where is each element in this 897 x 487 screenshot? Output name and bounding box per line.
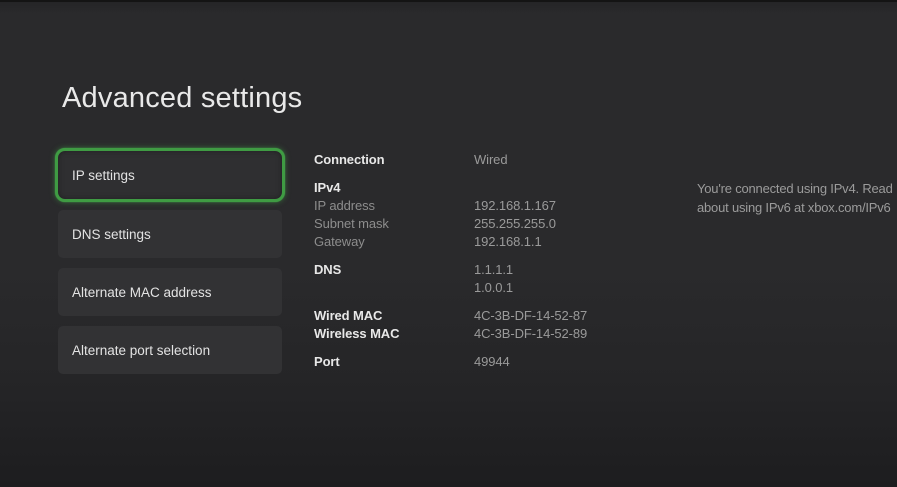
detail-value: 1.1.1.1: [474, 262, 514, 277]
detail-row-ipv4: IPv4: [314, 179, 644, 197]
sidebar-item-label: Alternate port selection: [72, 342, 211, 358]
detail-row-wired-mac: Wired MAC 4C-3B-DF-14-52-87: [314, 307, 644, 325]
detail-row-gateway: Gateway 192.168.1.1: [314, 233, 644, 251]
detail-label: DNS: [314, 262, 342, 277]
detail-value: 1.0.0.1: [474, 280, 514, 295]
sidebar-item-alternate-port-selection[interactable]: Alternate port selection: [58, 326, 282, 374]
detail-row-ip-address: IP address 192.168.1.167: [314, 197, 644, 215]
detail-label: Wireless MAC: [314, 326, 400, 341]
advanced-settings-screen: Advanced settings IP settings DNS settin…: [0, 0, 897, 487]
sidebar-item-label: IP settings: [72, 167, 135, 183]
detail-value: 4C-3B-DF-14-52-89: [474, 326, 588, 341]
detail-label: Wired MAC: [314, 308, 383, 323]
sidebar-item-ip-settings[interactable]: IP settings: [55, 148, 285, 202]
detail-row-port: Port 49944: [314, 353, 644, 371]
detail-row-subnet-mask: Subnet mask 255.255.255.0: [314, 215, 644, 233]
sidebar-item-alternate-mac-address[interactable]: Alternate MAC address: [58, 268, 282, 316]
detail-label: [314, 279, 474, 297]
detail-value: 49944: [474, 354, 510, 369]
ipv6-notice: You're connected using IPv4. Read about …: [697, 179, 893, 217]
detail-value: 4C-3B-DF-14-52-87: [474, 308, 588, 323]
detail-label: Subnet mask: [314, 216, 389, 231]
detail-label: IP address: [314, 198, 375, 213]
detail-row-dns: DNS 1.1.1.1: [314, 261, 644, 279]
detail-value: 255.255.255.0: [474, 216, 556, 231]
detail-value: 192.168.1.167: [474, 198, 556, 213]
detail-row-wireless-mac: Wireless MAC 4C-3B-DF-14-52-89: [314, 325, 644, 343]
settings-menu: IP settings DNS settings Alternate MAC a…: [55, 148, 285, 374]
sidebar-item-label: Alternate MAC address: [72, 284, 212, 300]
ipv6-notice-line1: You're connected using IPv4. Read: [697, 181, 893, 196]
detail-value: Wired: [474, 152, 508, 167]
ipv6-notice-line2: about using IPv6 at xbox.com/IPv6: [697, 200, 891, 215]
detail-label: Gateway: [314, 234, 365, 249]
sidebar-item-dns-settings[interactable]: DNS settings: [58, 210, 282, 258]
detail-value: 192.168.1.1: [474, 234, 542, 249]
detail-row-1-0-0-1: 1.0.0.1: [314, 279, 644, 297]
page-title: Advanced settings: [62, 82, 303, 114]
detail-label: Port: [314, 354, 340, 369]
detail-label: Connection: [314, 152, 385, 167]
sidebar-item-label: DNS settings: [72, 226, 151, 242]
detail-row-connection: Connection Wired: [314, 151, 644, 169]
detail-label: IPv4: [314, 180, 341, 195]
network-details-panel: Connection Wired IPv4 IP address 192.168…: [314, 151, 644, 371]
